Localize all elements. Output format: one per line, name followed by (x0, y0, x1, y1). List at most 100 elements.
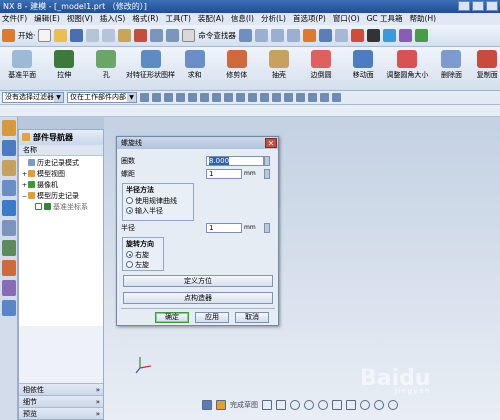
open-folder-icon[interactable] (54, 29, 68, 42)
radio-law-curve[interactable]: 使用规律曲线 (123, 196, 193, 206)
copy-icon[interactable] (102, 29, 116, 42)
reuse-library-tab-icon[interactable] (2, 180, 16, 196)
pitch-spinner[interactable] (264, 169, 270, 179)
start-button[interactable]: 开始· (18, 30, 35, 41)
unite-button[interactable]: 求和 (176, 47, 214, 80)
face-rule-icon[interactable] (308, 93, 317, 102)
checkbox-checked-icon[interactable] (35, 203, 42, 210)
point-icon[interactable] (164, 93, 173, 102)
define-orientation-button[interactable]: 定义方位 (123, 275, 273, 287)
part-navigator-tab-icon[interactable] (2, 160, 16, 176)
preview-panel[interactable]: 预览 (19, 407, 103, 420)
name-column-header[interactable]: 名称 (19, 145, 103, 156)
menu-preferences[interactable]: 首选项(P) (293, 13, 326, 25)
move-face-button[interactable]: 移动面 (344, 47, 382, 80)
system-materials-tab-icon[interactable] (2, 240, 16, 256)
turns-spinner[interactable] (264, 156, 270, 166)
orient-view-icon[interactable] (350, 29, 364, 42)
hole-button[interactable]: 孔 (87, 47, 125, 80)
pan-icon[interactable] (270, 29, 284, 42)
web-browser-tab-icon[interactable] (2, 200, 16, 216)
circle-icon[interactable] (304, 400, 314, 410)
minimize-button[interactable] (458, 1, 470, 11)
copy-face-button[interactable]: 复制面 (475, 47, 500, 80)
constraint-navigator-tab-icon[interactable] (2, 140, 16, 156)
finish-sketch-label[interactable]: 完成草图 (230, 400, 258, 410)
snap-icon[interactable] (140, 93, 149, 102)
menu-analysis[interactable]: 分析(L) (261, 13, 286, 25)
delete-icon[interactable] (134, 29, 148, 42)
turns-input[interactable]: 8.000 (206, 156, 264, 166)
endpoint-icon[interactable] (176, 93, 185, 102)
save-icon[interactable] (70, 29, 84, 42)
dialog-close-button[interactable]: ✕ (265, 138, 277, 148)
profile-icon[interactable] (262, 400, 272, 410)
start-icon[interactable] (2, 29, 15, 42)
assembly-navigator-tab-icon[interactable] (2, 120, 16, 136)
tree-node-datum-csys[interactable]: 基准坐标系 (19, 202, 103, 213)
rotate-icon[interactable] (286, 29, 300, 42)
edge-rule-icon[interactable] (332, 93, 341, 102)
sketch-icon[interactable] (202, 400, 212, 410)
radio-enter-radius[interactable]: 输入半径 (123, 206, 193, 216)
line-icon[interactable] (276, 400, 286, 410)
menu-file[interactable]: 文件(F) (2, 13, 27, 25)
paste-icon[interactable] (118, 29, 132, 42)
chamfer-icon[interactable] (332, 400, 342, 410)
command-finder-icon[interactable] (182, 29, 196, 42)
point-constructor-button[interactable]: 点构造器 (123, 292, 273, 304)
ellipse-icon[interactable] (374, 400, 384, 410)
maximize-button[interactable] (472, 1, 484, 11)
tree-node-cameras[interactable]: + 摄像机 (19, 180, 103, 191)
tree-node-model-views[interactable]: + 模型视图 (19, 169, 103, 180)
menu-help[interactable]: 帮助(H) (410, 13, 437, 25)
display-icon[interactable] (366, 29, 380, 42)
menu-assembly[interactable]: 装配(A) (198, 13, 224, 25)
edit-section-icon[interactable] (382, 29, 396, 42)
arc-center-icon[interactable] (224, 93, 233, 102)
edge-blend-button[interactable]: 边倒圆 (302, 47, 340, 80)
midpoint-icon[interactable] (188, 93, 197, 102)
process-studio-tab-icon[interactable] (2, 260, 16, 276)
arc-icon[interactable] (290, 400, 300, 410)
roles-tab-icon[interactable] (2, 280, 16, 296)
menu-format[interactable]: 格式(R) (132, 13, 158, 25)
menu-edit[interactable]: 编辑(E) (34, 13, 60, 25)
undo-icon[interactable] (150, 29, 164, 42)
intersection-icon[interactable] (212, 93, 221, 102)
extrude-button[interactable]: 拉伸 (45, 47, 83, 80)
clock-icon[interactable] (2, 300, 16, 316)
spline-icon[interactable] (388, 400, 398, 410)
render-style-icon[interactable] (318, 29, 332, 42)
dependencies-panel[interactable]: 相依性 (19, 383, 103, 396)
dialog-title-bar[interactable]: 螺旋线 ✕ (117, 137, 278, 149)
shaded-icon[interactable] (302, 29, 316, 42)
radius-spinner[interactable] (264, 223, 270, 233)
point-on-face-icon[interactable] (272, 93, 281, 102)
tree-node-history-mode[interactable]: 历史记录模式 (19, 158, 103, 169)
zoom-icon[interactable] (254, 29, 268, 42)
menu-view[interactable]: 视图(V) (67, 13, 93, 25)
existing-point-icon[interactable] (248, 93, 257, 102)
pattern-feature-button[interactable]: 对特征形状图样 (126, 47, 175, 80)
redo-icon[interactable] (166, 29, 180, 42)
close-button[interactable] (486, 1, 498, 11)
delete-face-button[interactable]: 删除面 (432, 47, 470, 80)
menu-insert[interactable]: 插入(S) (100, 13, 126, 25)
pitch-input[interactable]: 1 (206, 169, 242, 179)
point-on-curve-icon[interactable] (260, 93, 269, 102)
type-filter-select[interactable]: 没有选择过滤器 (2, 92, 64, 103)
wireframe-icon[interactable] (334, 29, 348, 42)
polygon-icon[interactable] (360, 400, 370, 410)
finish-sketch-icon[interactable] (216, 400, 226, 410)
shell-button[interactable]: 抽壳 (260, 47, 298, 80)
view-fit-icon[interactable] (238, 29, 252, 42)
fillet-icon[interactable] (318, 400, 328, 410)
datum-plane-button[interactable]: 基准平面 (3, 47, 41, 80)
apply-button[interactable]: 应用 (195, 312, 229, 323)
cancel-button[interactable]: 取消 (235, 312, 269, 323)
radio-right-hand[interactable]: 右旋 (123, 250, 163, 260)
layer-icon[interactable] (414, 29, 428, 42)
radio-left-hand[interactable]: 左旋 (123, 260, 163, 270)
scope-filter-select[interactable]: 仅在工作部件内部 (67, 92, 137, 103)
